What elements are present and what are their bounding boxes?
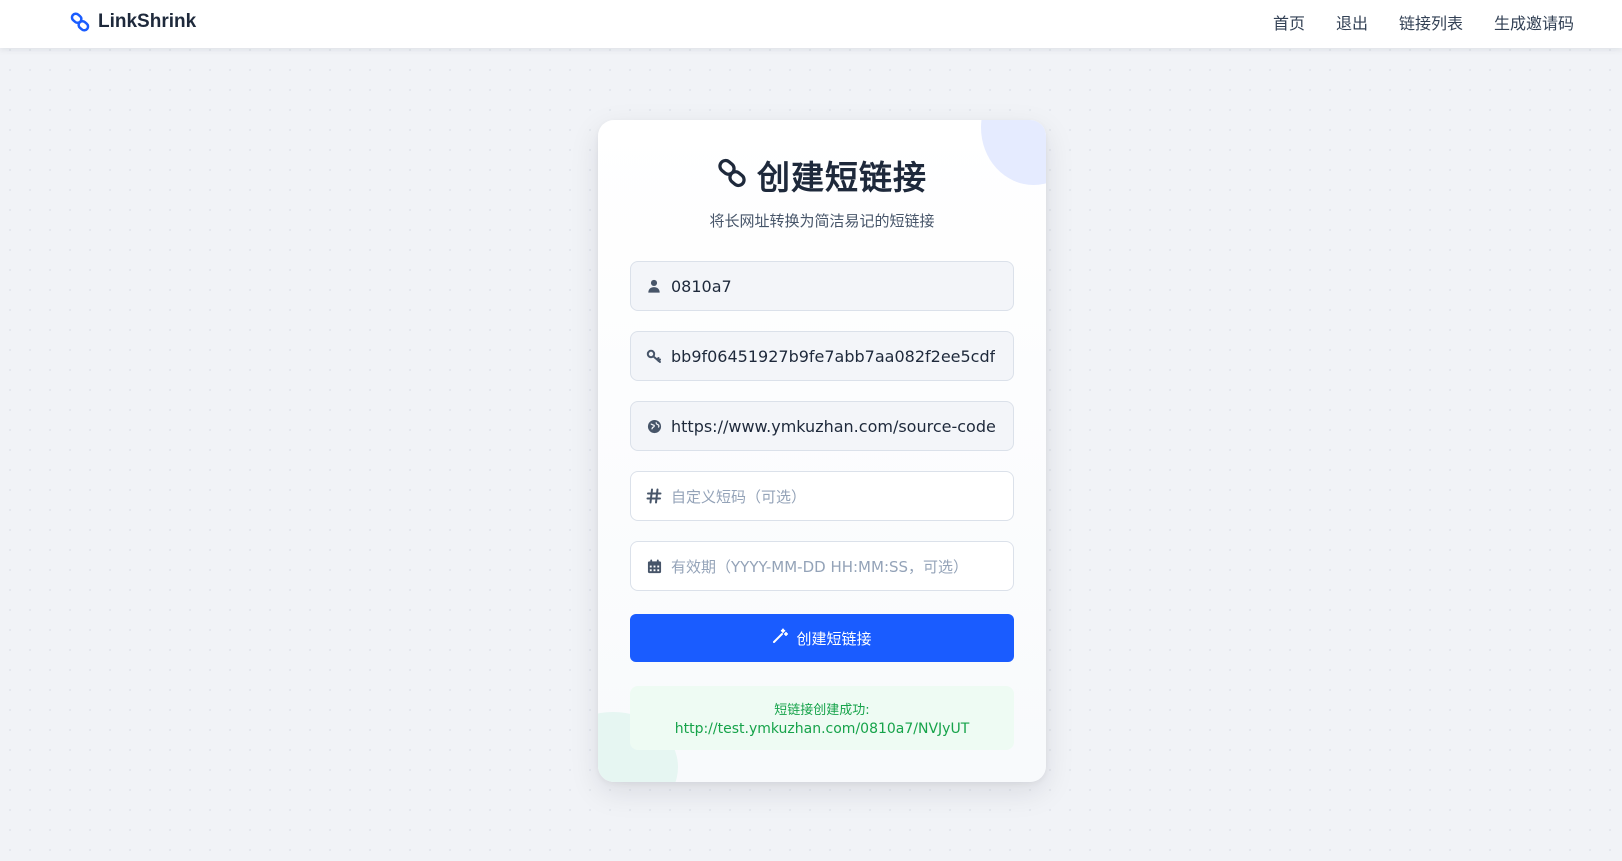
short-code-input[interactable] (671, 472, 995, 520)
nav-link-generate-invite[interactable]: 生成邀请码 (1494, 10, 1574, 34)
brand-name: LinkShrink (98, 11, 197, 32)
calendar-icon (631, 542, 671, 590)
url-field (630, 401, 1014, 451)
card-title: 创建短链接 (598, 150, 1046, 200)
nav-links: 首页 退出 链接列表 生成邀请码 (1273, 0, 1574, 44)
create-short-link-label: 创建短链接 (796, 629, 872, 648)
hashtag-icon (631, 472, 671, 520)
brand-logo-link[interactable]: LinkShrink (70, 0, 196, 44)
username-field (630, 261, 1014, 311)
success-label: 短链接创建成功: (774, 703, 870, 718)
username-input[interactable] (671, 262, 995, 310)
key-icon (631, 332, 671, 380)
link-icon (70, 12, 90, 32)
success-message: 短链接创建成功: http://test.ymkuzhan.com/0810a7… (630, 686, 1014, 750)
link-icon (717, 158, 747, 192)
url-input[interactable] (671, 402, 995, 450)
nav-link-logout[interactable]: 退出 (1336, 10, 1368, 34)
short-code-field (630, 471, 1014, 521)
expiry-input[interactable] (671, 542, 995, 590)
expiry-field (630, 541, 1014, 591)
user-icon (631, 262, 671, 310)
card-title-text: 创建短链接 (757, 158, 927, 197)
magic-wand-icon (772, 628, 789, 648)
short-link-result[interactable]: http://test.ymkuzhan.com/0810a7/NVJyUT (675, 721, 970, 737)
create-short-link-button[interactable]: 创建短链接 (630, 614, 1014, 662)
card-subtitle: 将长网址转换为简洁易记的短链接 (709, 212, 935, 230)
key-field (630, 331, 1014, 381)
create-link-card: 创建短链接 将长网址转换为简洁易记的短链接 0810a7 bb9f0645192… (598, 120, 1046, 782)
nav-link-link-list[interactable]: 链接列表 (1399, 10, 1463, 34)
key-input[interactable] (671, 332, 995, 380)
nav-link-home[interactable]: 首页 (1273, 10, 1305, 34)
navbar: LinkShrink 首页 退出 链接列表 生成邀请码 (0, 0, 1622, 48)
globe-icon (631, 402, 671, 450)
